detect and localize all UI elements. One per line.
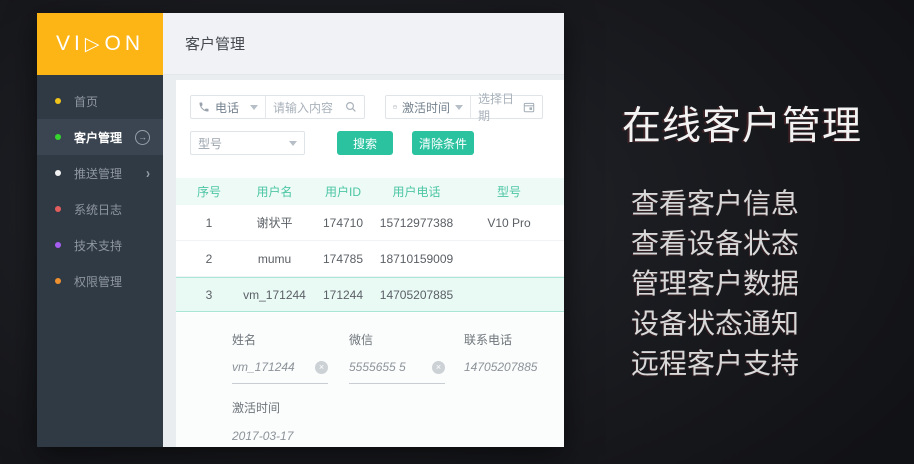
sidebar-item-label: 系统日志 (74, 201, 150, 218)
model-select-placeholder: 型号 (198, 135, 222, 152)
wechat-field-value[interactable]: 5555655 5 (349, 360, 406, 374)
clear-icon[interactable]: × (315, 361, 328, 374)
cell-username: mumu (242, 252, 307, 266)
sidebar-item-customer-management[interactable]: 客户管理 → (37, 119, 163, 155)
promo-panel: 在线客户管理 查看客户信息 查看设备状态 管理客户数据 设备状态通知 远程客户支… (622, 104, 862, 384)
content-area: 电话 请输入内容 激活时间 (163, 75, 564, 447)
phone-filter-group: 电话 请输入内容 (190, 95, 365, 119)
contact-phone-field: 联系电话 14705207885 (464, 331, 537, 383)
logo-text-right: ON (104, 32, 144, 56)
activation-time-field: 激活时间 2017-03-17 (232, 399, 293, 443)
sidebar-item-system-log[interactable]: 系统日志 (37, 191, 163, 227)
wechat-field: 微信 5555655 5 × (349, 331, 445, 384)
contact-phone-value: 14705207885 (464, 360, 537, 374)
cell-phone: 14705207885 (379, 288, 454, 302)
promo-feature: 远程客户支持 (631, 344, 862, 384)
play-triangle-icon: ▷ (85, 33, 104, 56)
bullet-dot-icon (55, 170, 61, 176)
chevron-down-icon (455, 105, 463, 110)
table-row[interactable]: 2 mumu 174785 18710159009 (176, 241, 564, 277)
search-field-select-value: 电话 (215, 99, 239, 116)
customer-table: 序号 用户名 用户ID 用户电话 型号 1 谢状平 174710 1571297… (176, 178, 564, 312)
name-field-label: 姓名 (232, 331, 328, 348)
bullet-dot-icon (55, 278, 61, 284)
cell-userid: 174710 (307, 216, 379, 230)
bullet-dot-icon (55, 206, 61, 212)
date-filter-group: 激活时间 选择日期 (385, 95, 543, 119)
chevron-right-icon: › (146, 165, 150, 182)
keyword-placeholder: 请输入内容 (273, 99, 333, 116)
wechat-field-label: 微信 (349, 331, 445, 348)
cell-userid: 174785 (307, 252, 379, 266)
table-row[interactable]: 1 谢状平 174710 15712977388 V10 Pro (176, 205, 564, 241)
bullet-dot-icon (55, 242, 61, 248)
customer-detail-panel: 姓名 vm_171244 × 微信 5555655 5 × (176, 313, 564, 447)
promo-feature: 查看设备状态 (631, 224, 862, 264)
bullet-dot-icon (55, 134, 61, 140)
calendar-icon (393, 101, 397, 113)
promo-title: 在线客户管理 (622, 104, 862, 150)
cell-index: 1 (176, 216, 242, 230)
table-header-row: 序号 用户名 用户ID 用户电话 型号 (176, 178, 564, 205)
cell-username: 谢状平 (242, 214, 307, 231)
cell-username: vm_171244 (242, 288, 307, 302)
clear-conditions-button[interactable]: 清除条件 (412, 131, 474, 155)
bullet-dot-icon (55, 98, 61, 104)
search-icon (345, 101, 357, 113)
col-header-phone: 用户电话 (379, 183, 454, 200)
col-header-model: 型号 (454, 183, 564, 200)
table-row-selected[interactable]: 3 vm_171244 171244 14705207885 (176, 277, 564, 312)
col-header-userid: 用户ID (307, 183, 379, 200)
sidebar: 首页 客户管理 → 推送管理 › 系统日志 技术支持 权限管理 (37, 75, 163, 447)
col-header-username: 用户名 (242, 183, 307, 200)
model-select[interactable]: 型号 (190, 131, 305, 155)
main-area: 客户管理 电话 请输入内容 (163, 13, 564, 447)
cell-userid: 171244 (307, 288, 379, 302)
sidebar-item-label: 首页 (74, 93, 150, 110)
calendar-icon (523, 101, 535, 113)
time-field-select[interactable]: 激活时间 (386, 96, 471, 118)
cell-model: V10 Pro (454, 216, 564, 230)
col-header-index: 序号 (176, 183, 242, 200)
name-field-value[interactable]: vm_171244 (232, 360, 295, 374)
search-button[interactable]: 搜索 (337, 131, 393, 155)
activation-time-label: 激活时间 (232, 399, 293, 416)
promo-feature: 管理客户数据 (631, 264, 862, 304)
promo-feature: 查看客户信息 (631, 184, 862, 224)
customer-card: 电话 请输入内容 激活时间 (176, 80, 564, 447)
arrow-right-circle-icon: → (135, 130, 150, 145)
date-picker-input[interactable]: 选择日期 (471, 96, 542, 118)
keyword-input[interactable]: 请输入内容 (266, 96, 364, 118)
sidebar-item-permission-management[interactable]: 权限管理 (37, 263, 163, 299)
chevron-down-icon (250, 105, 258, 110)
cell-index: 3 (176, 288, 242, 302)
app-window: VI▷ON 首页 客户管理 → 推送管理 › 系统日志 技术支持 权限管理 (37, 13, 564, 447)
sidebar-item-label: 推送管理 (74, 165, 146, 182)
page-title: 客户管理 (185, 33, 245, 54)
promo-feature: 设备状态通知 (631, 304, 862, 344)
sidebar-item-push-management[interactable]: 推送管理 › (37, 155, 163, 191)
cell-phone: 15712977388 (379, 216, 454, 230)
date-placeholder: 选择日期 (478, 90, 523, 124)
name-field: 姓名 vm_171244 × (232, 331, 328, 384)
sidebar-item-home[interactable]: 首页 (37, 83, 163, 119)
sidebar-item-label: 技术支持 (74, 237, 150, 254)
vidon-logo: VI▷ON (37, 13, 163, 75)
cell-phone: 18710159009 (379, 252, 454, 266)
activation-time-value: 2017-03-17 (232, 429, 293, 443)
page-header: 客户管理 (163, 13, 564, 75)
sidebar-item-label: 客户管理 (74, 129, 135, 146)
phone-icon (198, 101, 210, 113)
time-field-select-value: 激活时间 (402, 99, 450, 116)
logo-text-left: VI (56, 32, 84, 56)
cell-index: 2 (176, 252, 242, 266)
clear-icon[interactable]: × (432, 361, 445, 374)
chevron-down-icon (289, 141, 297, 146)
sidebar-item-tech-support[interactable]: 技术支持 (37, 227, 163, 263)
promo-feature-list: 查看客户信息 查看设备状态 管理客户数据 设备状态通知 远程客户支持 (622, 184, 862, 384)
contact-phone-label: 联系电话 (464, 331, 537, 348)
search-field-select[interactable]: 电话 (191, 96, 266, 118)
sidebar-item-label: 权限管理 (74, 273, 150, 290)
